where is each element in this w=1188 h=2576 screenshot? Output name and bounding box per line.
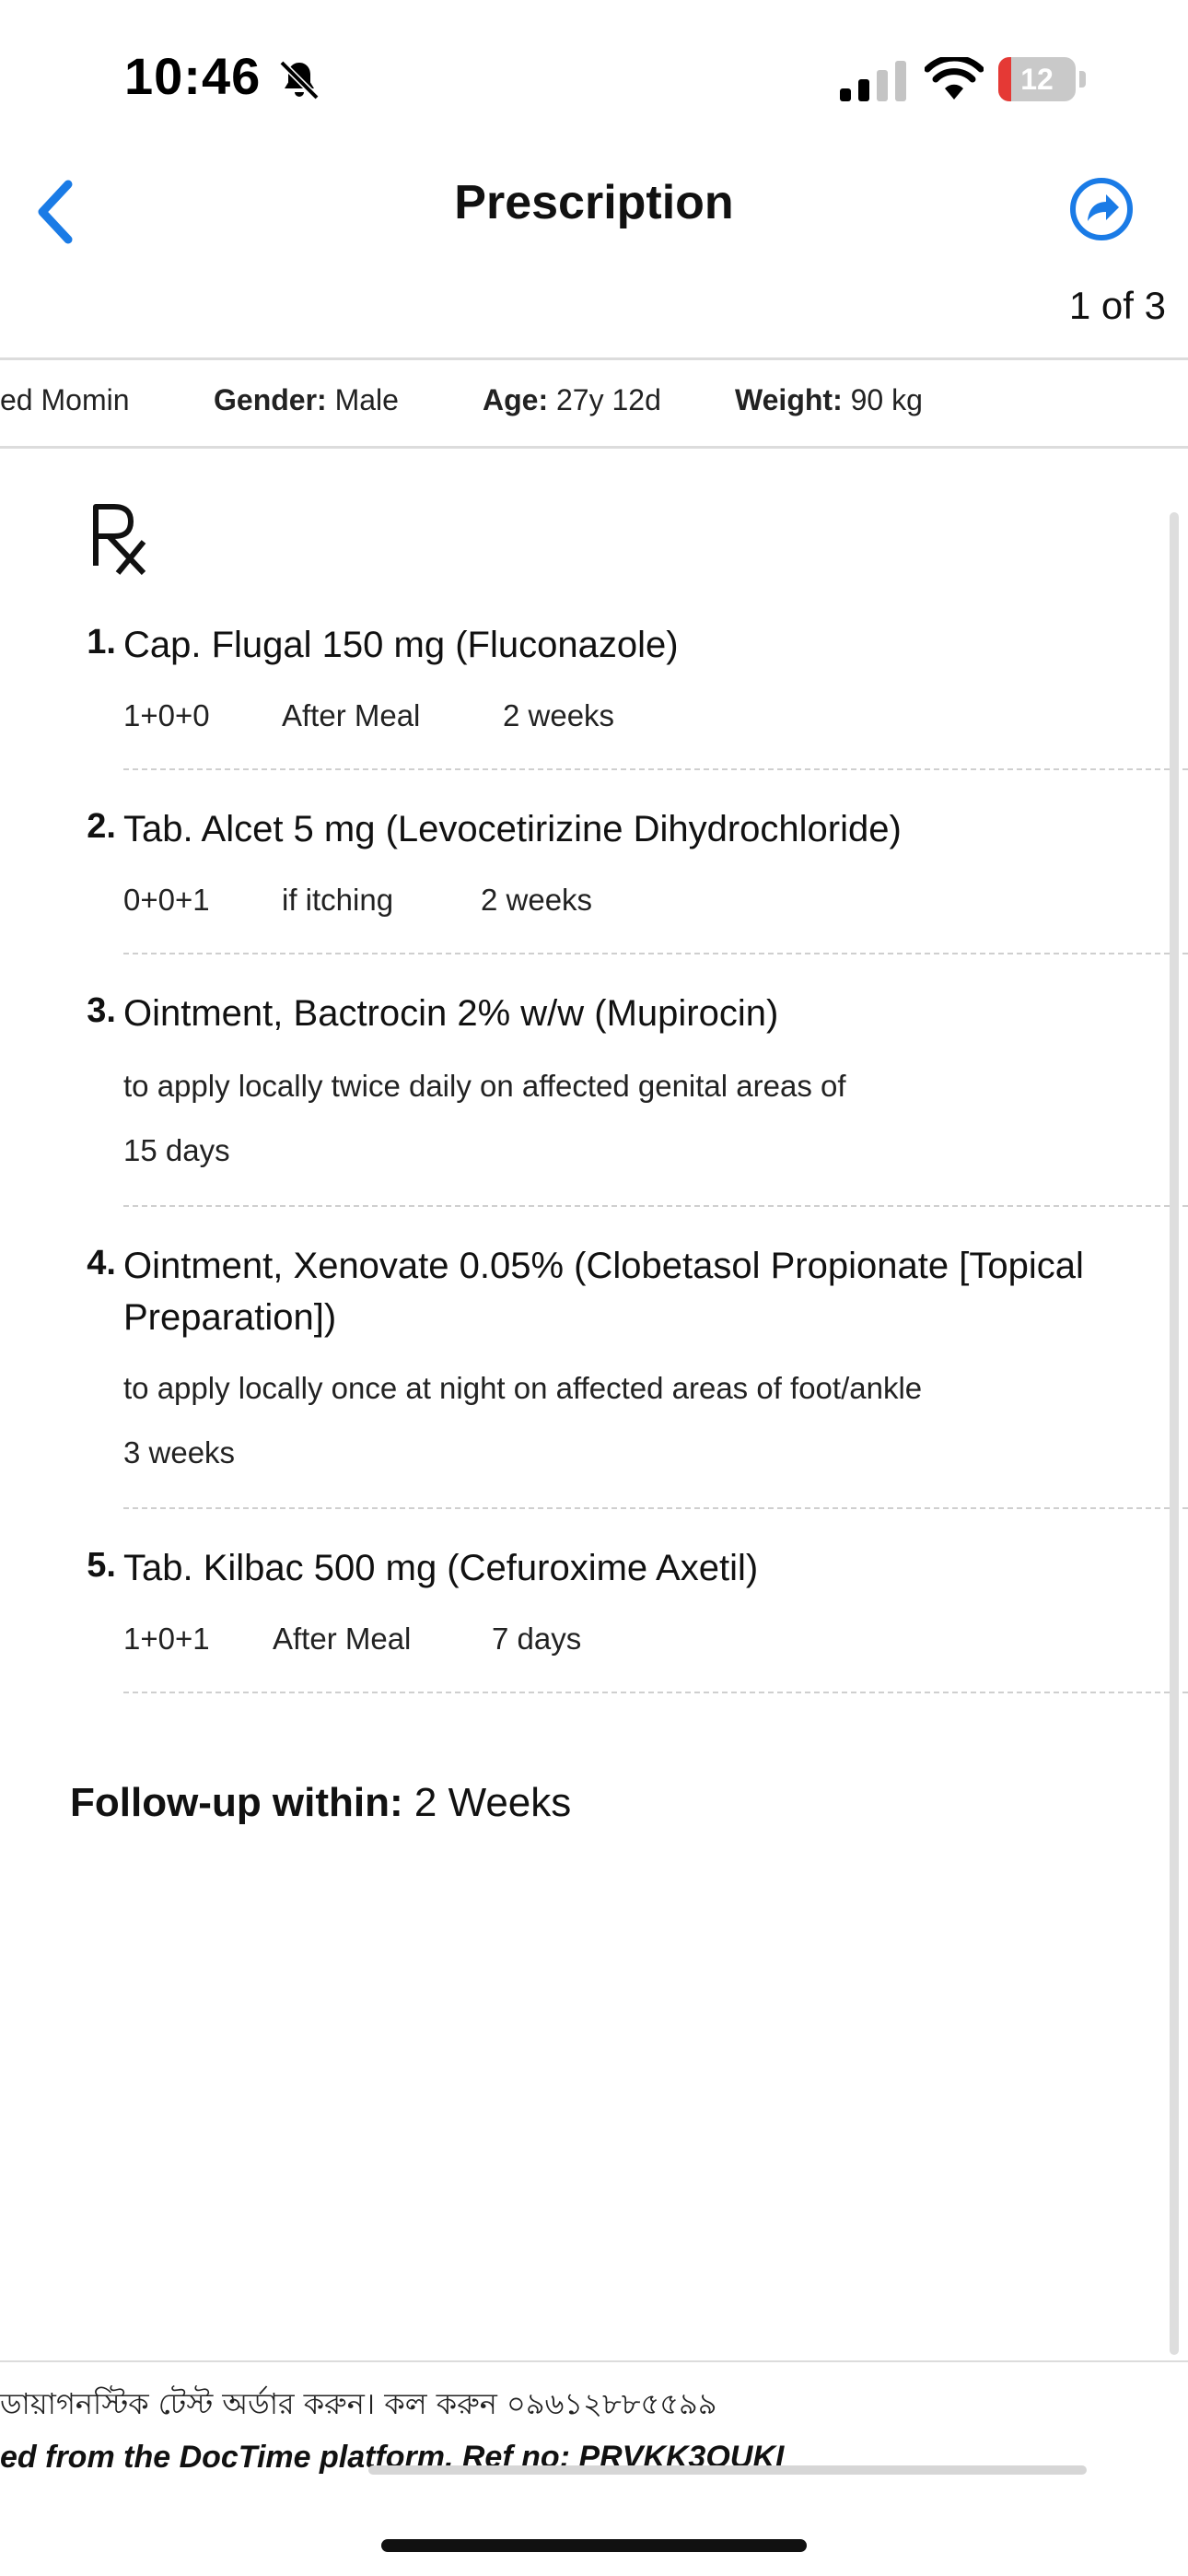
- med-name: Tab. Alcet 5 mg (Levocetirizine Dihydroc…: [123, 809, 902, 849]
- med-divider: [123, 1205, 1188, 1207]
- age-value: 27y 12d: [556, 383, 661, 416]
- bell-muted-icon: [279, 60, 320, 100]
- med-timing: After Meal: [282, 698, 421, 732]
- patient-age: Age: 27y 12d: [483, 383, 661, 417]
- med-instruction: to apply locally twice daily on affected…: [123, 1069, 846, 1103]
- rx-symbol-icon: [93, 504, 146, 575]
- med-dose: 1+0+0: [123, 698, 210, 732]
- followup: Follow-up within: 2 Weeks: [70, 1780, 571, 1826]
- med-duration: 7 days: [492, 1622, 582, 1656]
- age-label: Age:: [483, 383, 549, 416]
- battery-icon: 12: [998, 57, 1076, 101]
- med-name: Tab. Kilbac 500 mg (Cefuroxime Axetil): [123, 1548, 759, 1588]
- divider-top: [0, 357, 1188, 360]
- med-name-line2: Preparation]): [123, 1297, 337, 1338]
- weight-value: 90 kg: [850, 383, 923, 416]
- patient-name: ed Momin: [0, 383, 130, 416]
- med-timing: if itching: [282, 883, 394, 917]
- footer-bengali-notice: ডায়াগনস্টিক টেস্ট অর্ডার করুন। কল করুন …: [0, 2386, 717, 2421]
- med-timing: After Meal: [273, 1622, 412, 1656]
- home-indicator[interactable]: [381, 2539, 807, 2552]
- med-divider: [123, 1692, 1188, 1693]
- med-number: 5.: [87, 1546, 116, 1585]
- battery-cap: [1079, 71, 1086, 88]
- med-duration: 15 days: [123, 1133, 230, 1167]
- divider-patient: [0, 446, 1188, 449]
- med-number: 1.: [87, 623, 116, 662]
- med-duration: 3 weeks: [123, 1435, 236, 1469]
- med-name-line1: Ointment, Xenovate 0.05% (Clobetasol Pro…: [123, 1246, 1084, 1286]
- divider-footer: [0, 2360, 1188, 2362]
- med-divider: [123, 953, 1188, 954]
- cellular-signal-icon: [840, 61, 906, 101]
- weight-label: Weight:: [735, 383, 843, 416]
- med-name: Ointment, Bactrocin 2% w/w (Mupirocin): [123, 993, 779, 1034]
- followup-label: Follow-up within:: [70, 1780, 403, 1825]
- patient-info-bar: ed Momin Gender: Male Age: 27y 12d Weigh…: [0, 383, 1188, 439]
- status-time: 10:46: [124, 47, 262, 105]
- patient-gender: Gender: Male: [214, 383, 399, 417]
- battery-level: 12: [1020, 63, 1054, 96]
- med-dose: 1+0+1: [123, 1622, 210, 1656]
- med-name: Cap. Flugal 150 mg (Fluconazole): [123, 625, 679, 665]
- med-divider: [123, 1507, 1188, 1509]
- med-duration: 2 weeks: [481, 883, 593, 917]
- gender-label: Gender:: [214, 383, 327, 416]
- page-indicator: 1 of 3: [1068, 284, 1166, 327]
- share-button[interactable]: [1069, 177, 1134, 241]
- med-divider: [123, 768, 1188, 770]
- horizontal-scrollbar[interactable]: [368, 2465, 1087, 2475]
- med-number: 3.: [87, 991, 116, 1030]
- share-forward-icon: [1088, 194, 1119, 221]
- wifi-icon: [925, 57, 984, 100]
- vertical-scrollbar[interactable]: [1170, 512, 1179, 2355]
- gender-value: Male: [334, 383, 399, 416]
- med-duration: 2 weeks: [503, 698, 615, 732]
- med-number: 2.: [87, 807, 116, 846]
- med-instruction: to apply locally once at night on affect…: [123, 1371, 923, 1405]
- battery-indicator: 12: [998, 57, 1087, 101]
- med-number: 4.: [87, 1244, 116, 1282]
- med-dose: 0+0+1: [123, 883, 210, 917]
- page-title: Prescription: [454, 176, 734, 229]
- patient-weight: Weight: 90 kg: [735, 383, 923, 417]
- followup-value: 2 Weeks: [413, 1780, 572, 1825]
